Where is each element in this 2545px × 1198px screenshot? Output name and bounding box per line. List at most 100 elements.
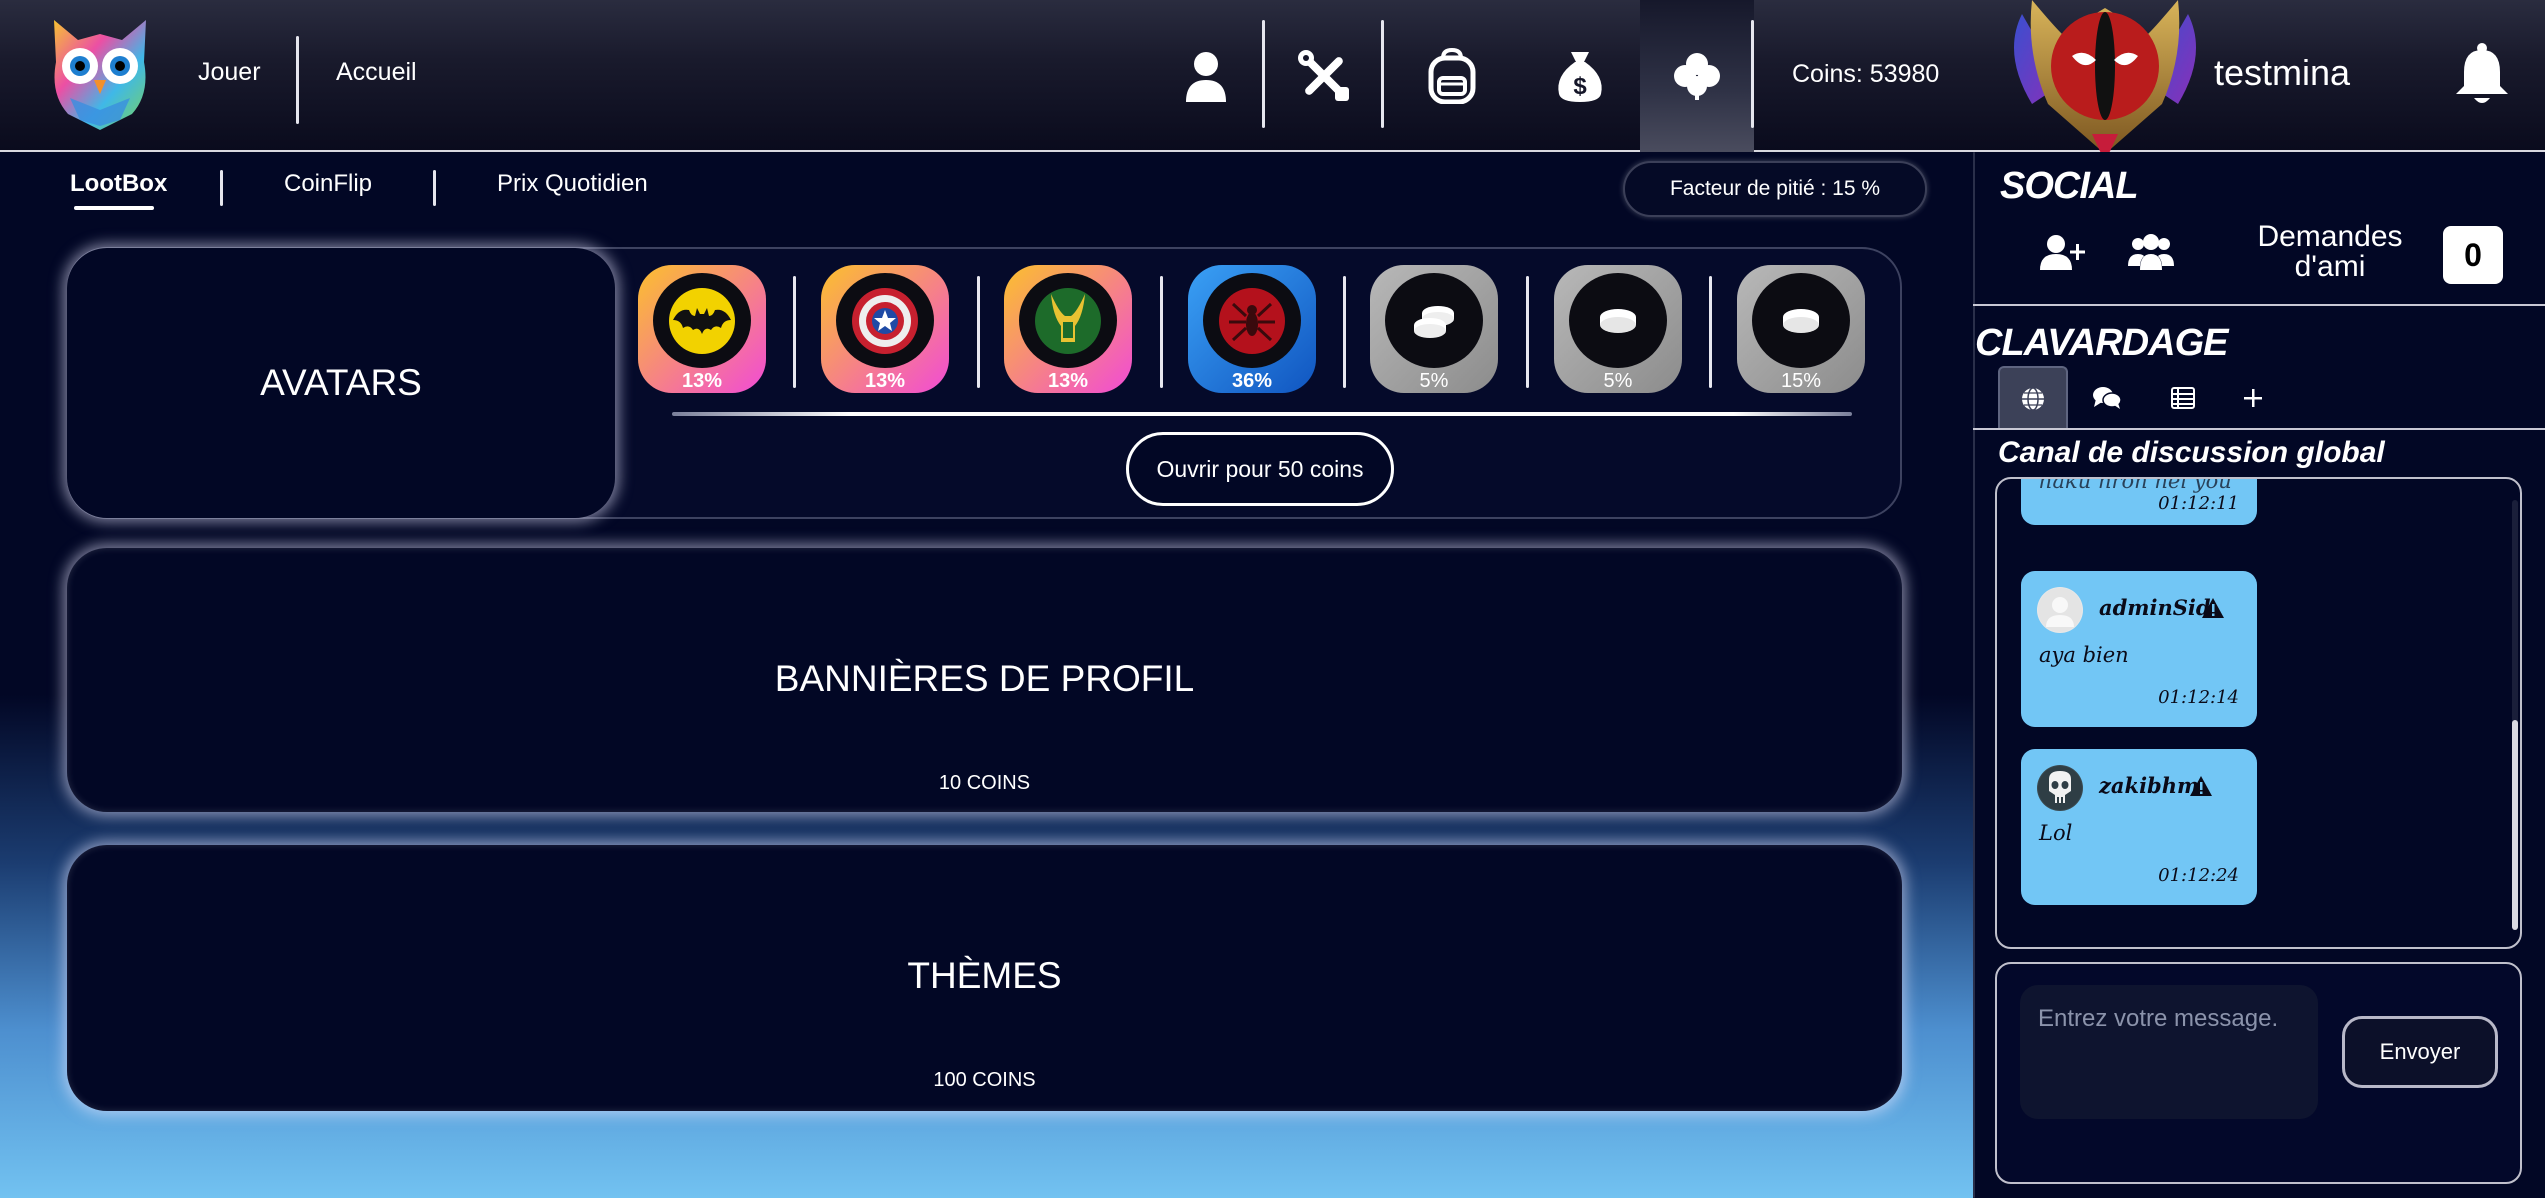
report-warning-icon[interactable] <box>2189 775 2213 797</box>
avatar[interactable] <box>2037 765 2083 811</box>
backpack-icon <box>1428 48 1476 104</box>
plus-icon <box>2244 389 2262 407</box>
coins-stack-icon <box>1414 305 1454 338</box>
messages-list[interactable]: haku nron nei you 01:12:11 adminSid aya … <box>1995 477 2522 949</box>
panel-border <box>1973 152 1975 1198</box>
svg-text:$: $ <box>1573 73 1587 100</box>
reward-captain-america: 13% <box>821 265 949 393</box>
divider <box>220 170 223 206</box>
channel-title: Canal de discussion global <box>1998 436 2385 469</box>
profile-button[interactable] <box>1170 40 1242 112</box>
divider <box>1973 428 2545 430</box>
inventory-button[interactable] <box>1416 40 1488 112</box>
list-icon <box>2171 387 2195 409</box>
divider <box>1751 20 1754 128</box>
divider <box>1160 276 1163 388</box>
tab-daily-prize[interactable]: Prix Quotidien <box>497 170 648 198</box>
message-username[interactable]: adminSid <box>2099 595 2211 620</box>
add-friend-icon[interactable] <box>2040 232 2086 272</box>
social-title: SOCIAL <box>2000 165 2139 207</box>
globe-icon <box>2022 387 2044 411</box>
top-bar: Jouer Accueil $ Coins: 53980 testmina <box>0 0 2545 162</box>
owl-logo[interactable] <box>40 14 160 134</box>
divider <box>296 36 299 124</box>
profile-banners-card[interactable]: BANNIÈRES DE PROFIL 10 COINS <box>67 548 1902 812</box>
punisher-avatar-icon <box>2038 766 2082 810</box>
loki-avatar-icon <box>1035 287 1101 354</box>
reward-chance: 15% <box>1780 370 1822 392</box>
tab-underline <box>74 206 154 210</box>
coin-icon <box>1783 308 1819 333</box>
batman-avatar-icon <box>669 287 735 354</box>
nav-play[interactable]: Jouer <box>198 58 261 87</box>
lootbox-progress-bar <box>672 412 1852 416</box>
message-username[interactable]: zakibhm <box>2099 773 2199 798</box>
message-input[interactable] <box>2020 985 2318 1119</box>
username[interactable]: testmina <box>2214 52 2350 94</box>
message-time: 01:12:11 <box>2158 493 2239 514</box>
shop-button[interactable]: $ <box>1544 40 1616 112</box>
user-icon <box>1186 52 1226 102</box>
friends-list-icon[interactable] <box>2128 232 2174 272</box>
open-lootbox-button[interactable]: Ouvrir pour 50 coins <box>1126 432 1394 506</box>
tab-new-channel[interactable] <box>2218 366 2288 430</box>
message-time: 01:12:24 <box>2158 865 2239 886</box>
reward-spiderman: 36% <box>1188 265 1316 393</box>
reward-chance: 13% <box>681 370 723 392</box>
reward-loki: 13% <box>1004 265 1132 393</box>
default-avatar-icon <box>2038 588 2082 632</box>
reward-chance: 13% <box>864 370 906 392</box>
chat-message: haku nron nei you 01:12:11 <box>2021 477 2257 525</box>
tab-coinflip[interactable]: CoinFlip <box>284 170 372 198</box>
chat-scrollbar-thumb[interactable] <box>2512 720 2518 930</box>
coins-balance: Coins: 53980 <box>1792 60 1940 88</box>
message-text: aya bien <box>2039 643 2129 667</box>
lootbox-nav-button[interactable] <box>1640 0 1754 152</box>
tab-channel-list[interactable] <box>2148 366 2218 430</box>
reward-coin: 5% <box>1554 265 1682 393</box>
divider <box>1973 304 2545 306</box>
chat-message: zakibhm Lol 01:12:24 <box>2021 749 2257 905</box>
divider <box>1526 276 1529 388</box>
avatars-title: AVATARS <box>67 248 615 518</box>
tab-global-chat[interactable] <box>1998 366 2068 430</box>
card-title: BANNIÈRES DE PROFIL <box>774 658 1195 699</box>
chat-message: adminSid aya bien 01:12:14 <box>2021 571 2257 727</box>
divider <box>1262 20 1265 128</box>
reward-coin: 15% <box>1737 265 1865 393</box>
settings-button[interactable] <box>1288 40 1360 112</box>
card-price: 100 COINS <box>933 1069 1036 1091</box>
send-button[interactable]: Envoyer <box>2342 1016 2498 1088</box>
friend-requests-count[interactable]: 0 <box>2443 226 2503 284</box>
tab-conversations[interactable] <box>2072 366 2142 430</box>
reward-chance: 36% <box>1231 370 1273 392</box>
message-time: 01:12:14 <box>2158 687 2239 708</box>
tools-icon <box>1298 50 1349 101</box>
report-warning-icon[interactable] <box>2201 597 2225 619</box>
divider <box>793 276 796 388</box>
divider <box>1709 276 1712 388</box>
message-text: haku nron nei you <box>2039 477 2232 493</box>
profile-avatar[interactable] <box>1992 0 2218 164</box>
spiderman-avatar-icon <box>1219 287 1285 354</box>
card-price: 10 COINS <box>938 772 1031 794</box>
friend-requests-label: Demandes d'ami <box>2257 220 2403 283</box>
captain-america-avatar-icon <box>852 287 918 354</box>
divider <box>1343 276 1346 388</box>
themes-card[interactable]: THÈMES 100 COINS <box>67 845 1902 1111</box>
divider <box>433 170 436 206</box>
pity-factor-badge: Facteur de pitié : 15 % <box>1623 161 1927 217</box>
nav-home[interactable]: Accueil <box>336 58 417 87</box>
coin-icon <box>1600 308 1636 333</box>
divider <box>1381 20 1384 128</box>
bell-icon[interactable] <box>2452 42 2512 106</box>
reward-batman: 13% <box>638 265 766 393</box>
reward-coins-stack: 5% <box>1370 265 1498 393</box>
card-title: THÈMES <box>907 955 1062 996</box>
reward-chance: 5% <box>1419 370 1449 392</box>
message-text: Lol <box>2039 821 2073 845</box>
reward-chance: 5% <box>1603 370 1633 392</box>
avatar[interactable] <box>2037 587 2083 633</box>
tab-lootbox[interactable]: LootBox <box>70 170 167 198</box>
reward-chance: 13% <box>1047 370 1089 392</box>
